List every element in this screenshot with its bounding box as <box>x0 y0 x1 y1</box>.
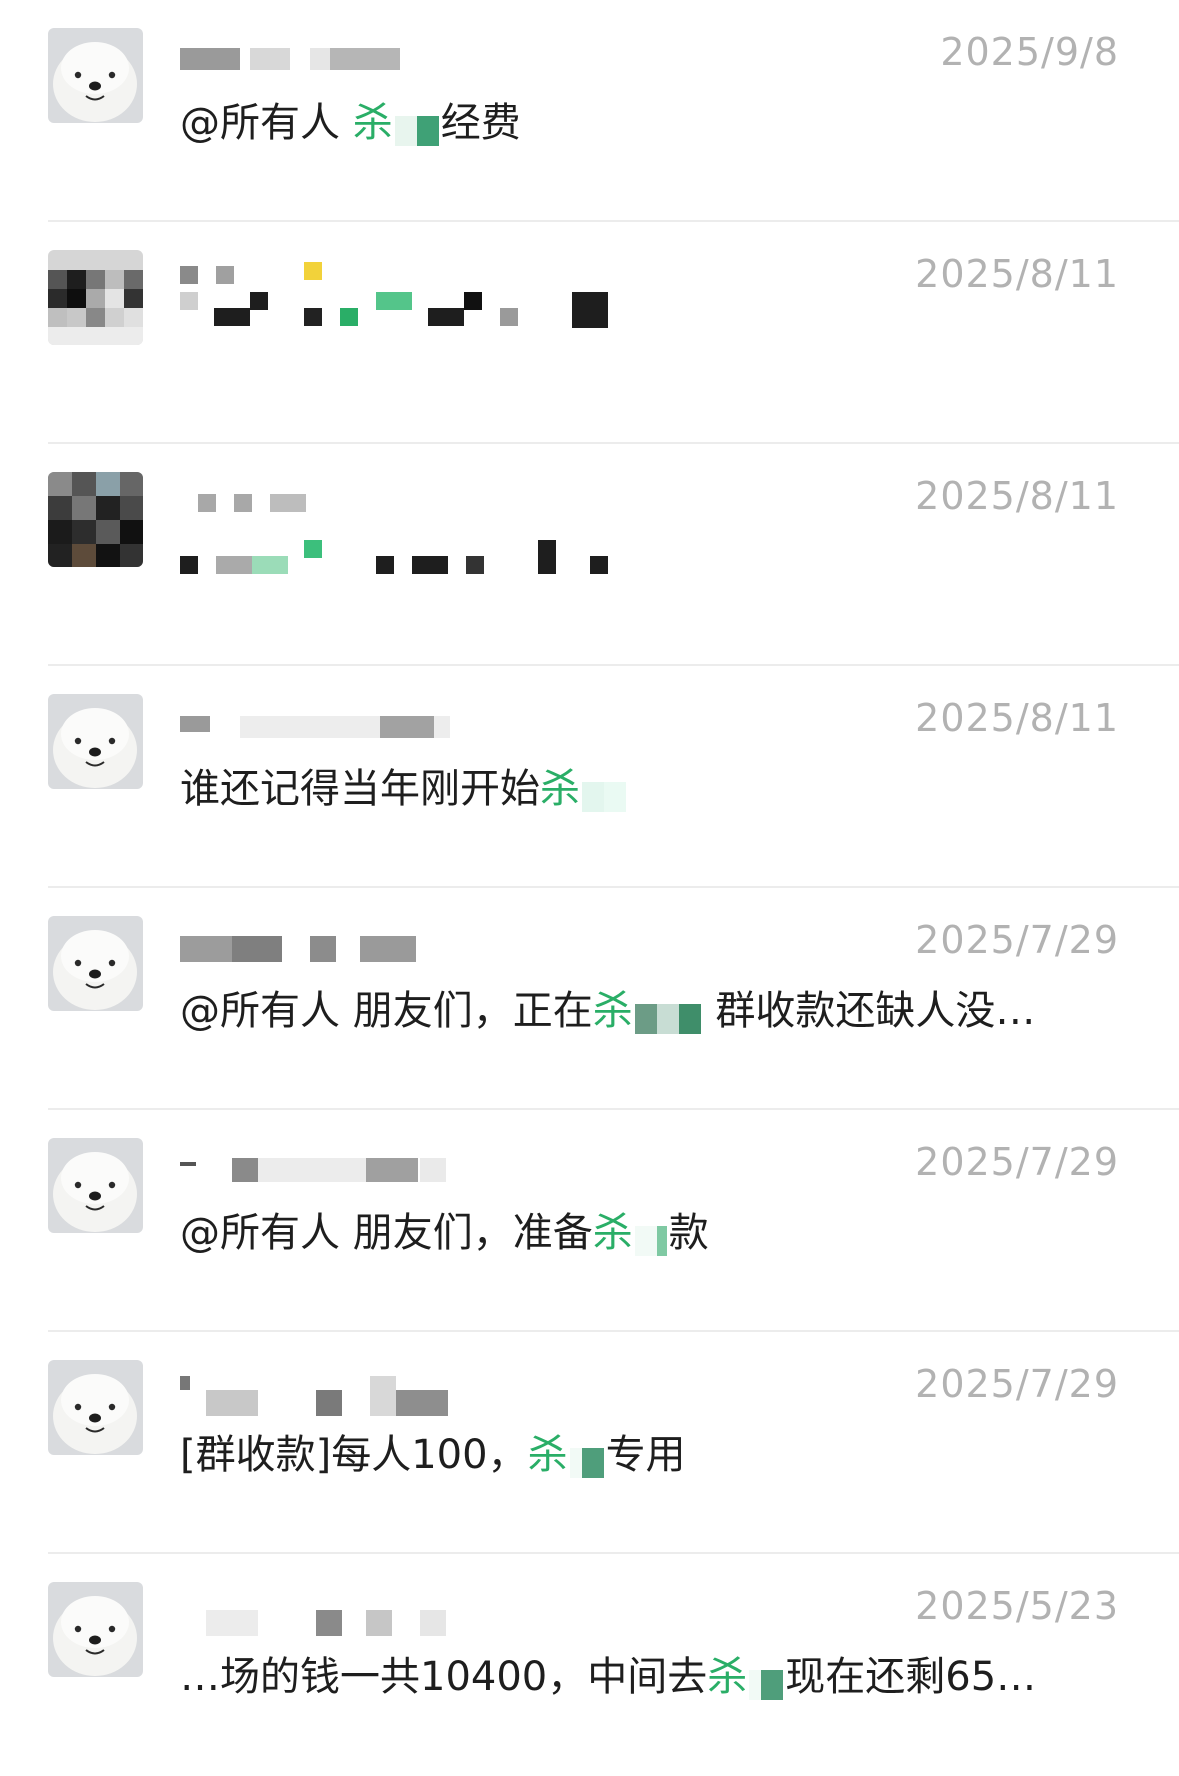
message-blurred <box>180 540 640 580</box>
message-blurred <box>180 292 640 332</box>
chat-row[interactable]: 2025/8/11 <box>0 444 1179 666</box>
sender-name-blurred <box>180 932 640 964</box>
message-date: 2025/8/11 <box>915 696 1119 740</box>
message-preview: @所有人 杀经费 <box>180 100 521 146</box>
message-preview: [群收款]每人100，杀 专用 <box>180 1432 686 1478</box>
dog-avatar <box>48 694 143 789</box>
chat-search-results: 2025/9/8 @所有人 杀经费 2025/8/11 2025/8/11 20… <box>0 0 1179 1761</box>
sender-name-blurred <box>180 488 640 520</box>
message-date: 2025/9/8 <box>940 30 1119 74</box>
dog-avatar <box>48 1582 143 1677</box>
chat-row[interactable]: 2025/9/8 @所有人 杀经费 <box>0 0 1179 222</box>
message-date: 2025/5/23 <box>915 1584 1119 1628</box>
blurred-text <box>569 1442 604 1478</box>
pixelated-avatar <box>48 472 143 567</box>
sender-name-blurred <box>180 44 640 76</box>
message-preview: 谁还记得当年刚开始杀 <box>180 756 628 814</box>
sender-name-blurred <box>180 1376 640 1416</box>
message-preview: …场的钱一共10400，中间去杀 现在还剩65… <box>180 1654 1037 1700</box>
dog-avatar <box>48 1138 143 1233</box>
chat-row[interactable]: 2025/7/29 [群收款]每人100，杀 专用 <box>0 1332 1179 1554</box>
message-date: 2025/8/11 <box>915 474 1119 518</box>
blurred-text <box>749 1664 784 1700</box>
dog-avatar <box>48 916 143 1011</box>
message-date: 2025/7/29 <box>915 1362 1119 1406</box>
message-date: 2025/7/29 <box>915 1140 1119 1184</box>
chat-row[interactable]: 2025/8/11 <box>0 222 1179 444</box>
sender-name-blurred <box>180 710 640 742</box>
blurred-text <box>394 110 439 146</box>
chat-row[interactable]: 2025/8/11 谁还记得当年刚开始杀 <box>0 666 1179 888</box>
chat-row[interactable]: 2025/5/23 …场的钱一共10400，中间去杀 现在还剩65… <box>0 1554 1179 1776</box>
message-preview: @所有人 朋友们，正在杀 群收款还缺人没… <box>180 988 1036 1034</box>
pixelated-avatar <box>48 250 143 345</box>
dog-avatar <box>48 1360 143 1455</box>
dog-avatar <box>48 28 143 123</box>
message-date: 2025/7/29 <box>915 918 1119 962</box>
chat-row[interactable]: 2025/7/29 @所有人 朋友们，正在杀 群收款还缺人没… <box>0 888 1179 1110</box>
message-date: 2025/8/11 <box>915 252 1119 296</box>
blurred-text <box>634 1220 667 1256</box>
blurred-text <box>582 776 626 812</box>
message-preview: @所有人 朋友们，准备杀款 <box>180 1210 709 1256</box>
chat-row[interactable]: 2025/7/29 @所有人 朋友们，准备杀款 <box>0 1110 1179 1332</box>
sender-name-blurred <box>180 1154 640 1186</box>
sender-name-blurred <box>180 1598 640 1636</box>
blurred-text <box>634 998 701 1034</box>
